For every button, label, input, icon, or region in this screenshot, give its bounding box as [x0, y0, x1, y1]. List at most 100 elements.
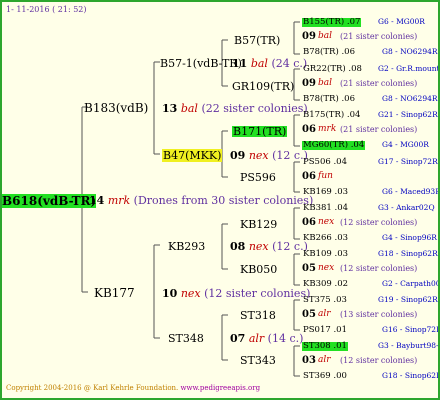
gen4-mark: nex	[318, 263, 335, 273]
gen2-mating-b: 09 nex (12 c.)	[230, 150, 308, 161]
root-queen: B618(vdB-TR)	[2, 194, 97, 208]
gen1-upper-year: 13	[162, 102, 178, 115]
gen4-note: (13 sister colonies)	[340, 310, 418, 319]
gen4-note: (21 sister colonies)	[340, 79, 418, 88]
gen4-location: G3 - Ankar02Q	[378, 203, 435, 212]
gen2-queen-d: ST348	[168, 332, 204, 345]
gen3-queen-7: ST318	[240, 309, 276, 322]
gen4-queen: KB381 .04	[303, 203, 349, 213]
date-stamp: 1- 11-2016 ( 21: 52)	[6, 5, 87, 14]
gen4-mark: bal	[318, 31, 333, 41]
gen4-father: MG60(TR) .04	[302, 140, 366, 150]
gen4-year: 03	[302, 355, 316, 366]
gen4-father-location: G8 - NO6294R	[382, 94, 438, 103]
gen3-queen-8: ST343	[240, 354, 276, 367]
copyright-text: Copyright 2004-2016 @ Karl Kehrle Founda…	[6, 385, 260, 392]
gen4-father: ST369 .00	[303, 371, 347, 381]
gen4-queen: B155(TR) .07	[302, 17, 362, 27]
gen4-mark: mrk	[318, 124, 337, 134]
gen2-year-c: 08	[230, 240, 246, 253]
gen4-father: B78(TR) .06	[303, 47, 355, 57]
gen4-queen: ST375 .03	[303, 295, 347, 305]
gen3-queen-3: B171(TR)	[232, 125, 288, 138]
gen4-father: KB309 .02	[303, 279, 349, 289]
gen4-note: (12 sister colonies)	[340, 264, 418, 273]
gen2-mark-b: nex	[248, 149, 269, 162]
gen1-upper-mark: bal	[180, 102, 198, 115]
gen3-queen-5: KB129	[240, 218, 278, 231]
gen4-year: 06	[302, 171, 316, 182]
root-mark: mrk	[107, 194, 131, 207]
gen4-father: B78(TR) .06	[303, 94, 355, 104]
gen4-father-location: G6 - Maced93R	[382, 187, 440, 196]
gen3-queen-4: PS596	[240, 171, 276, 184]
gen3-queen-1: B57(TR)	[234, 34, 281, 47]
gen4-queen: PS506 .04	[303, 157, 347, 167]
gen4-location: G6 - MG00R	[378, 17, 425, 26]
gen4-location: G19 - Sinop62R	[378, 295, 438, 304]
gen4-father-location: G4 - Sinop96R	[382, 233, 437, 242]
gen1-queen-upper: B183(vdB)	[84, 101, 149, 115]
gen4-year: 06	[302, 217, 316, 228]
gen1-queen-lower: KB177	[94, 286, 135, 300]
gen1-lower-mark: nex	[180, 287, 201, 300]
gen4-location: G17 - Sinop72R	[378, 157, 438, 166]
gen4-note: (12 sister colonies)	[340, 356, 418, 365]
gen4-mark: alr	[318, 309, 331, 319]
gen4-father-location: G4 - MG00R	[382, 140, 429, 149]
gen4-location: G21 - Sinop62R	[378, 110, 438, 119]
gen2-mark-a: bal	[250, 57, 268, 70]
gen4-note: (21 sister colonies)	[340, 125, 418, 134]
gen1-lower-mating: 10 nex (12 sister colonies)	[162, 288, 310, 299]
gen4-mark: bal	[318, 78, 333, 88]
gen2-year-d: 07	[230, 332, 246, 345]
gen4-queen: B175(TR) .04	[303, 110, 361, 120]
gen2-mating-c: 08 nex (12 c.)	[230, 241, 308, 252]
gen4-mark: nex	[318, 217, 335, 227]
gen4-location: G3 - Bayburt98-3	[378, 341, 440, 350]
gen3-queen-6: KB050	[240, 263, 278, 276]
gen4-father: KB169 .03	[303, 187, 349, 197]
website-link[interactable]: www.pedigreeapis.org	[181, 384, 261, 392]
gen2-note-d: (14 c.)	[267, 332, 304, 345]
gen4-note: (21 sister colonies)	[340, 32, 418, 41]
gen4-note: (12 sister colonies)	[340, 218, 418, 227]
root-year: 14	[89, 194, 105, 207]
gen4-father: KB266 .03	[303, 233, 349, 243]
gen4-mark: alr	[318, 355, 331, 365]
gen1-upper-mating: 13 bal (22 sister colonies)	[162, 103, 308, 114]
gen4-mark: fun	[318, 171, 333, 181]
gen3-queen-2: GR109(TR)	[232, 80, 295, 93]
root-note: (Drones from 30 sister colonies)	[133, 194, 314, 207]
gen4-father: PS017 .01	[303, 325, 347, 335]
gen2-mating-a: 11 bal (24 c.)	[232, 58, 307, 69]
gen4-year: 05	[302, 309, 316, 320]
gen4-father-location: G8 - NO6294R	[382, 47, 438, 56]
gen1-lower-year: 10	[162, 287, 178, 300]
copyright-label: Copyright 2004-2016 @ Karl Kehrle Founda…	[6, 384, 179, 392]
pedigree-chart: 1- 11-2016 ( 21: 52) Copyright 2004-2016…	[0, 0, 440, 400]
gen2-queen-a: B57-1(vdB-TR)	[160, 57, 242, 70]
gen4-father-location: G2 - Carpath00R	[382, 279, 440, 288]
gen1-upper-note: (22 sister colonies)	[201, 102, 308, 115]
gen2-mark-c: nex	[248, 240, 269, 253]
gen4-year: 09	[302, 31, 316, 42]
gen4-year: 09	[302, 78, 316, 89]
gen4-year: 06	[302, 124, 316, 135]
gen4-location: G18 - Sinop62R	[378, 249, 438, 258]
gen4-father-location: G16 - Sinop72R	[382, 325, 440, 334]
gen1-lower-note: (12 sister colonies)	[204, 287, 311, 300]
gen2-year-b: 09	[230, 149, 246, 162]
gen4-location: G2 - Gr.R.mounta	[378, 64, 440, 73]
gen4-queen: ST308 .01	[302, 341, 348, 351]
gen2-queen-c: KB293	[168, 240, 206, 253]
gen4-year: 05	[302, 263, 316, 274]
gen4-father-location: G18 - Sinop62R	[382, 371, 440, 380]
gen4-queen: GR22(TR) .08	[303, 64, 362, 74]
gen2-queen-b: B47(MKK)	[162, 149, 223, 162]
gen2-mark-d: alr	[248, 332, 265, 345]
root-mating: 14 mrk (Drones from 30 sister colonies)	[89, 195, 313, 206]
gen2-mating-d: 07 alr (14 c.)	[230, 333, 303, 344]
gen2-year-a: 11	[232, 57, 248, 70]
gen4-queen: KB109 .03	[303, 249, 349, 259]
